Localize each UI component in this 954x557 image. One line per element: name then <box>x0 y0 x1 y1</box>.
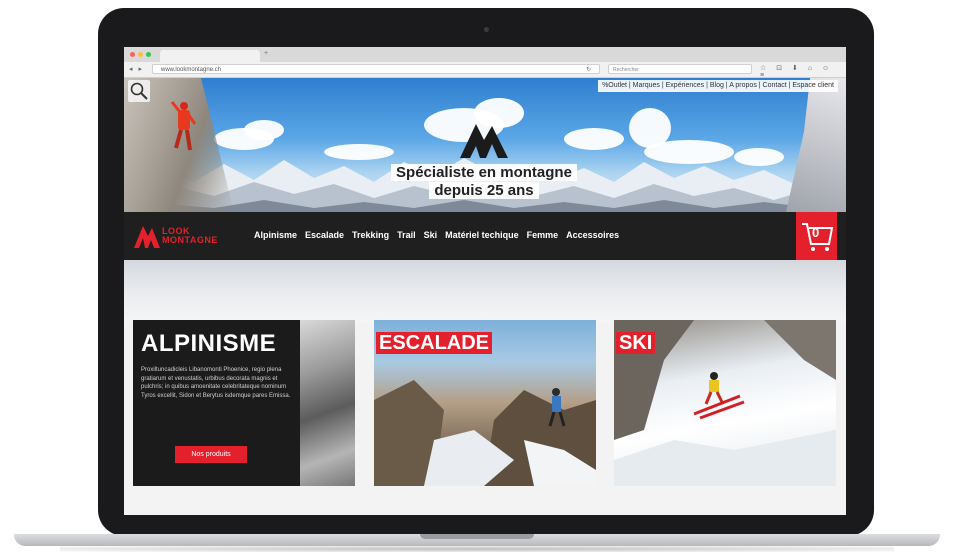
laptop-base-notch <box>420 534 534 539</box>
new-tab-button[interactable]: + <box>264 50 268 57</box>
climber-figure <box>170 101 197 151</box>
brand-logo[interactable]: LOOK MONTAGNE <box>134 224 218 248</box>
tagline-line-1: Spécialiste en montagne <box>391 164 577 181</box>
nav-item-materiel[interactable]: Matériel techique <box>445 230 519 240</box>
hero-tagline: Spécialiste en montagne depuis 25 ans <box>384 164 584 200</box>
category-card-ski[interactable]: SKI <box>614 320 836 486</box>
close-window-button[interactable] <box>130 52 135 57</box>
look-montagne-logo-icon <box>134 226 160 248</box>
alpinisme-description: Proxiltuncadicleis Libanomonti Phoenice,… <box>141 367 291 399</box>
laptop-shadow <box>60 546 894 552</box>
alpinisme-panel: ALPINISME Proxiltuncadicleis Libanomonti… <box>133 320 300 486</box>
address-text: www.lookmontagne.ch <box>161 67 222 73</box>
cart-button[interactable]: 0 <box>796 212 837 260</box>
nos-produits-button[interactable]: Nos produits <box>175 446 247 463</box>
brand-line-2: MONTAGNE <box>162 235 218 245</box>
nav-menu: Alpinisme Escalade Trekking Trail Ski Ma… <box>254 230 619 240</box>
hero-fade-band <box>124 260 846 322</box>
category-card-alpinisme[interactable]: ALPINISME Proxiltuncadicleis Libanomonti… <box>133 320 355 486</box>
ski-label: SKI <box>616 332 656 354</box>
alpinisme-title: ALPINISME <box>141 330 277 357</box>
nav-item-trekking[interactable]: Trekking <box>352 230 389 240</box>
minimize-window-button[interactable] <box>138 52 143 57</box>
nav-item-femme[interactable]: Femme <box>527 230 559 240</box>
browser-tab-bar: + <box>124 47 846 62</box>
site-search-button[interactable] <box>128 80 150 102</box>
mountain-logo-icon <box>460 124 508 158</box>
top-links-bar[interactable]: %Outlet | Marques | Expériences | Blog |… <box>598 80 838 92</box>
website: %Outlet | Marques | Expériences | Blog |… <box>124 78 846 515</box>
back-forward-buttons[interactable]: ◂ ▸ <box>129 65 144 73</box>
alpinisme-photo <box>300 320 355 486</box>
category-card-escalade[interactable]: ESCALADE <box>374 320 596 486</box>
nav-item-accessoires[interactable]: Accessoires <box>566 230 619 240</box>
browser-toolbar: ◂ ▸ www.lookmontagne.ch ↻ Rechercher ☆ ⊡… <box>124 62 846 79</box>
page-bottom-strip <box>124 490 846 515</box>
cart-count: 0 <box>812 225 820 240</box>
hero-banner: %Outlet | Marques | Expériences | Blog |… <box>124 78 846 212</box>
browser-tool-icons[interactable]: ☆ ⊡ ⬇ ⌂ ☺ ≡ <box>760 64 846 79</box>
tagline-line-2: depuis 25 ans <box>429 182 539 199</box>
browser-tab[interactable] <box>160 50 260 62</box>
reload-icon[interactable]: ↻ <box>586 65 591 75</box>
nav-item-escalade[interactable]: Escalade <box>305 230 344 240</box>
escalade-label: ESCALADE <box>376 332 493 354</box>
nav-item-alpinisme[interactable]: Alpinisme <box>254 230 297 240</box>
window-controls <box>130 52 151 57</box>
main-navigation: LOOK MONTAGNE Alpinisme Escalade Trekkin… <box>124 212 846 260</box>
laptop-screen: + ◂ ▸ www.lookmontagne.ch ↻ Rechercher ☆… <box>124 47 846 515</box>
browser-search-field[interactable]: Rechercher <box>608 64 752 74</box>
address-bar[interactable]: www.lookmontagne.ch ↻ <box>152 64 600 74</box>
search-icon <box>130 82 148 100</box>
maximize-window-button[interactable] <box>146 52 151 57</box>
nav-item-ski[interactable]: Ski <box>424 230 438 240</box>
nav-item-trail[interactable]: Trail <box>397 230 416 240</box>
webcam <box>484 27 489 32</box>
